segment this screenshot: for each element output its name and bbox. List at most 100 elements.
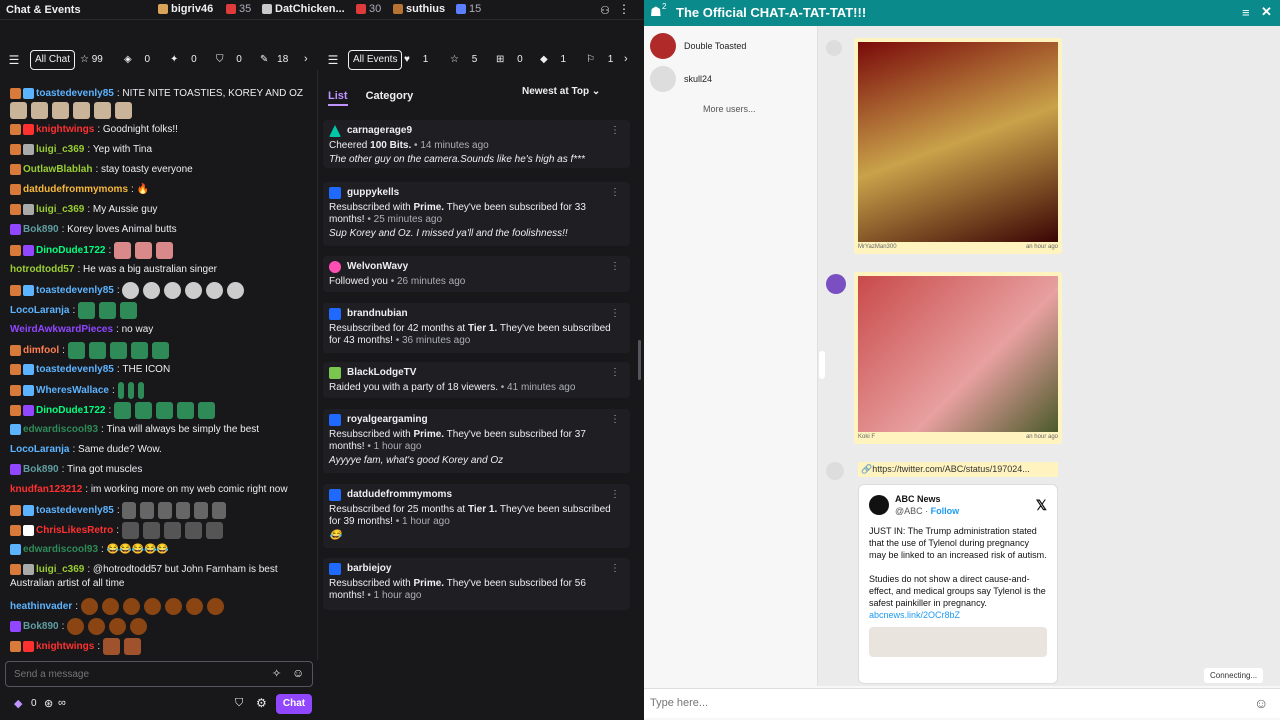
room-messages: MrYazMan300 an hour ago Koki Fan hour ago…	[818, 26, 1280, 686]
more-options-icon[interactable]: ⋮	[610, 414, 620, 426]
more-options-icon[interactable]: ⋮	[610, 367, 620, 379]
image-message-card[interactable]: MrYazMan300 an hour ago	[854, 38, 1062, 254]
room-input-box[interactable]: ☺	[644, 688, 1280, 718]
tab-category[interactable]: Category	[366, 90, 414, 106]
tab-list[interactable]: List	[328, 90, 348, 106]
chat-send-button[interactable]: Chat	[276, 694, 312, 714]
event-card[interactable]: carnagerage9 Cheered 100 Bits. • 14 minu…	[323, 120, 630, 168]
badge-icon	[23, 88, 34, 99]
filter-sparkle[interactable]: ✦ 0	[170, 54, 197, 65]
tweet-link[interactable]: abcnews.link/2OCr8bZ	[869, 609, 1047, 621]
filter-raid[interactable]: ⚐ 1	[586, 54, 613, 65]
chat-input-box[interactable]: ✧ ☺	[5, 661, 313, 687]
chat-message: DinoDude1722:	[10, 402, 219, 419]
subscription-icon	[329, 563, 341, 575]
chat-emote-row	[10, 102, 136, 119]
shield-icon[interactable]: ⛉	[235, 697, 243, 710]
avatar	[826, 462, 844, 480]
top-user-2[interactable]: DatChicken...	[262, 3, 345, 15]
more-options-icon[interactable]: ⋮	[610, 308, 620, 320]
more-options-icon[interactable]: ⋮	[610, 261, 620, 273]
gift-icon	[356, 4, 366, 14]
top-user-1-count: 35	[226, 3, 251, 15]
close-icon[interactable]: ✕	[1261, 4, 1272, 20]
filter-gift[interactable]: ⊞ 0	[496, 54, 523, 65]
users-icon[interactable]: ☗	[650, 4, 662, 20]
all-events-button[interactable]: All Events	[348, 50, 403, 70]
chevron-right-icon[interactable]: ›	[624, 53, 628, 65]
sparkle-icon: ✦	[170, 54, 179, 65]
chat-message: edwardiscool93: 😂😂😂😂😂	[10, 544, 169, 555]
chat-message: Bok890: Tina got muscles	[10, 464, 142, 475]
filter-hearts[interactable]: ♥ 1	[404, 54, 428, 65]
event-card[interactable]: brandnubian Resubscribed for 42 months a…	[323, 303, 630, 353]
embedded-tweet[interactable]: ABC News @ABC · Follow 𝕏 JUST IN: The Tru…	[858, 484, 1058, 684]
chat-message: toastedevenly85:	[10, 502, 230, 519]
user-list-item[interactable]: skull24	[650, 66, 712, 92]
heart-icon: ♥	[404, 54, 410, 65]
event-card[interactable]: WelvonWavy Followed you • 26 minutes ago…	[323, 256, 630, 292]
connection-status: Connecting...	[1204, 668, 1264, 683]
event-filter-bar: ☰ All Events ♥ 1 ☆ 5 ⊞ 0 ◆ 1 ⚐ 1 ›	[320, 48, 642, 72]
chat-message: knightwings: Goodnight folks!!	[10, 124, 178, 135]
filter-icon[interactable]: ☰	[326, 53, 340, 67]
twitch-chat-events-panel: Chat & Events bigriv46 35 DatChicken... …	[0, 0, 644, 720]
channel-points-icon[interactable]: ⊛	[44, 697, 53, 710]
chevron-right-icon[interactable]: ›	[304, 53, 308, 65]
top-user-3[interactable]: suthius	[393, 3, 445, 15]
chat-message: OutlawBlablah: stay toasty everyone	[10, 164, 193, 175]
more-options-icon[interactable]: ⋮	[610, 489, 620, 501]
filter-stars[interactable]: ☆ 99	[80, 54, 103, 65]
all-chat-button[interactable]: All Chat	[30, 50, 76, 70]
event-card[interactable]: barbiejoy Resubscribed with Prime. They'…	[323, 558, 630, 610]
settings-icon[interactable]: ⚙	[256, 696, 267, 710]
infinity-icon: ∞	[58, 697, 66, 709]
chat-message: WeirdAwkwardPieces: no way	[10, 324, 154, 335]
chat-message: Bok890:	[10, 618, 151, 635]
image-message-card[interactable]: Koki Fan hour ago	[854, 272, 1062, 444]
chat-message-input[interactable]	[6, 662, 246, 686]
emote-picker-icon[interactable]: ☺	[292, 666, 304, 680]
filter-drop[interactable]: ◈ 0	[124, 54, 150, 65]
follow-link[interactable]: Follow	[931, 506, 960, 516]
subscription-icon	[329, 187, 341, 199]
filter-stars[interactable]: ☆ 5	[450, 54, 477, 65]
event-card[interactable]: BlackLodgeTV Raided you with a party of …	[323, 362, 630, 398]
chevron-down-icon: ⌄	[591, 86, 601, 97]
star-icon	[329, 489, 341, 501]
more-options-icon[interactable]: ⋮	[610, 563, 620, 575]
filter-icon[interactable]: ☰	[7, 53, 21, 67]
filter-bits[interactable]: ◆ 1	[540, 54, 566, 65]
chat-message: hotrodtodd57: He was a big australian si…	[10, 264, 217, 275]
avatar	[826, 274, 846, 294]
more-options-icon[interactable]: ⋮	[610, 125, 620, 137]
emoji-icon[interactable]: ☺	[1254, 695, 1268, 711]
shield-icon: ⛉	[216, 54, 224, 65]
avatar	[650, 33, 676, 59]
more-options-icon[interactable]: ⋮	[618, 2, 630, 16]
menu-icon[interactable]: ≡	[1242, 5, 1250, 20]
event-card[interactable]: datdudefrommymoms Resubscribed for 25 mo…	[323, 484, 630, 548]
chat-message: toastedevenly85: NITE NITE TOASTIES, KOR…	[10, 88, 303, 99]
scrollbar[interactable]	[638, 340, 641, 380]
pencil-icon: ✎	[260, 54, 269, 65]
user-list-item[interactable]: Double Toasted	[650, 33, 746, 59]
shared-link[interactable]: 🔗https://twitter.com/ABC/status/197024..…	[858, 462, 1058, 477]
chat-a-tat-tat-panel: ☗ 2 The Official CHAT-A-TAT-TAT!!! ≡ ✕ D…	[644, 0, 1280, 720]
bits-icon[interactable]: ◆	[14, 697, 22, 710]
more-users-link[interactable]: More users...	[703, 104, 756, 114]
resize-handle[interactable]	[819, 351, 825, 379]
room-message-input[interactable]	[644, 689, 1234, 717]
top-user-1[interactable]: bigriv46	[158, 3, 213, 15]
top-bar: Chat & Events bigriv46 35 DatChicken... …	[0, 0, 644, 20]
sort-dropdown[interactable]: Newest at Top ⌄	[522, 86, 612, 106]
filter-pencil[interactable]: ✎ 18	[260, 54, 288, 65]
chat-message: edwardiscool93: Tina will always be simp…	[10, 424, 259, 435]
event-card[interactable]: guppykells Resubscribed with Prime. They…	[323, 182, 630, 246]
user-settings-icon[interactable]: ⚇	[598, 3, 612, 17]
filter-shield[interactable]: ⛉ 0	[216, 54, 242, 65]
magic-wand-icon[interactable]: ✧	[272, 667, 281, 680]
more-options-icon[interactable]: ⋮	[610, 187, 620, 199]
chat-message: dimfool:	[10, 342, 173, 359]
event-card[interactable]: royalgeargaming Resubscribed with Prime.…	[323, 409, 630, 473]
